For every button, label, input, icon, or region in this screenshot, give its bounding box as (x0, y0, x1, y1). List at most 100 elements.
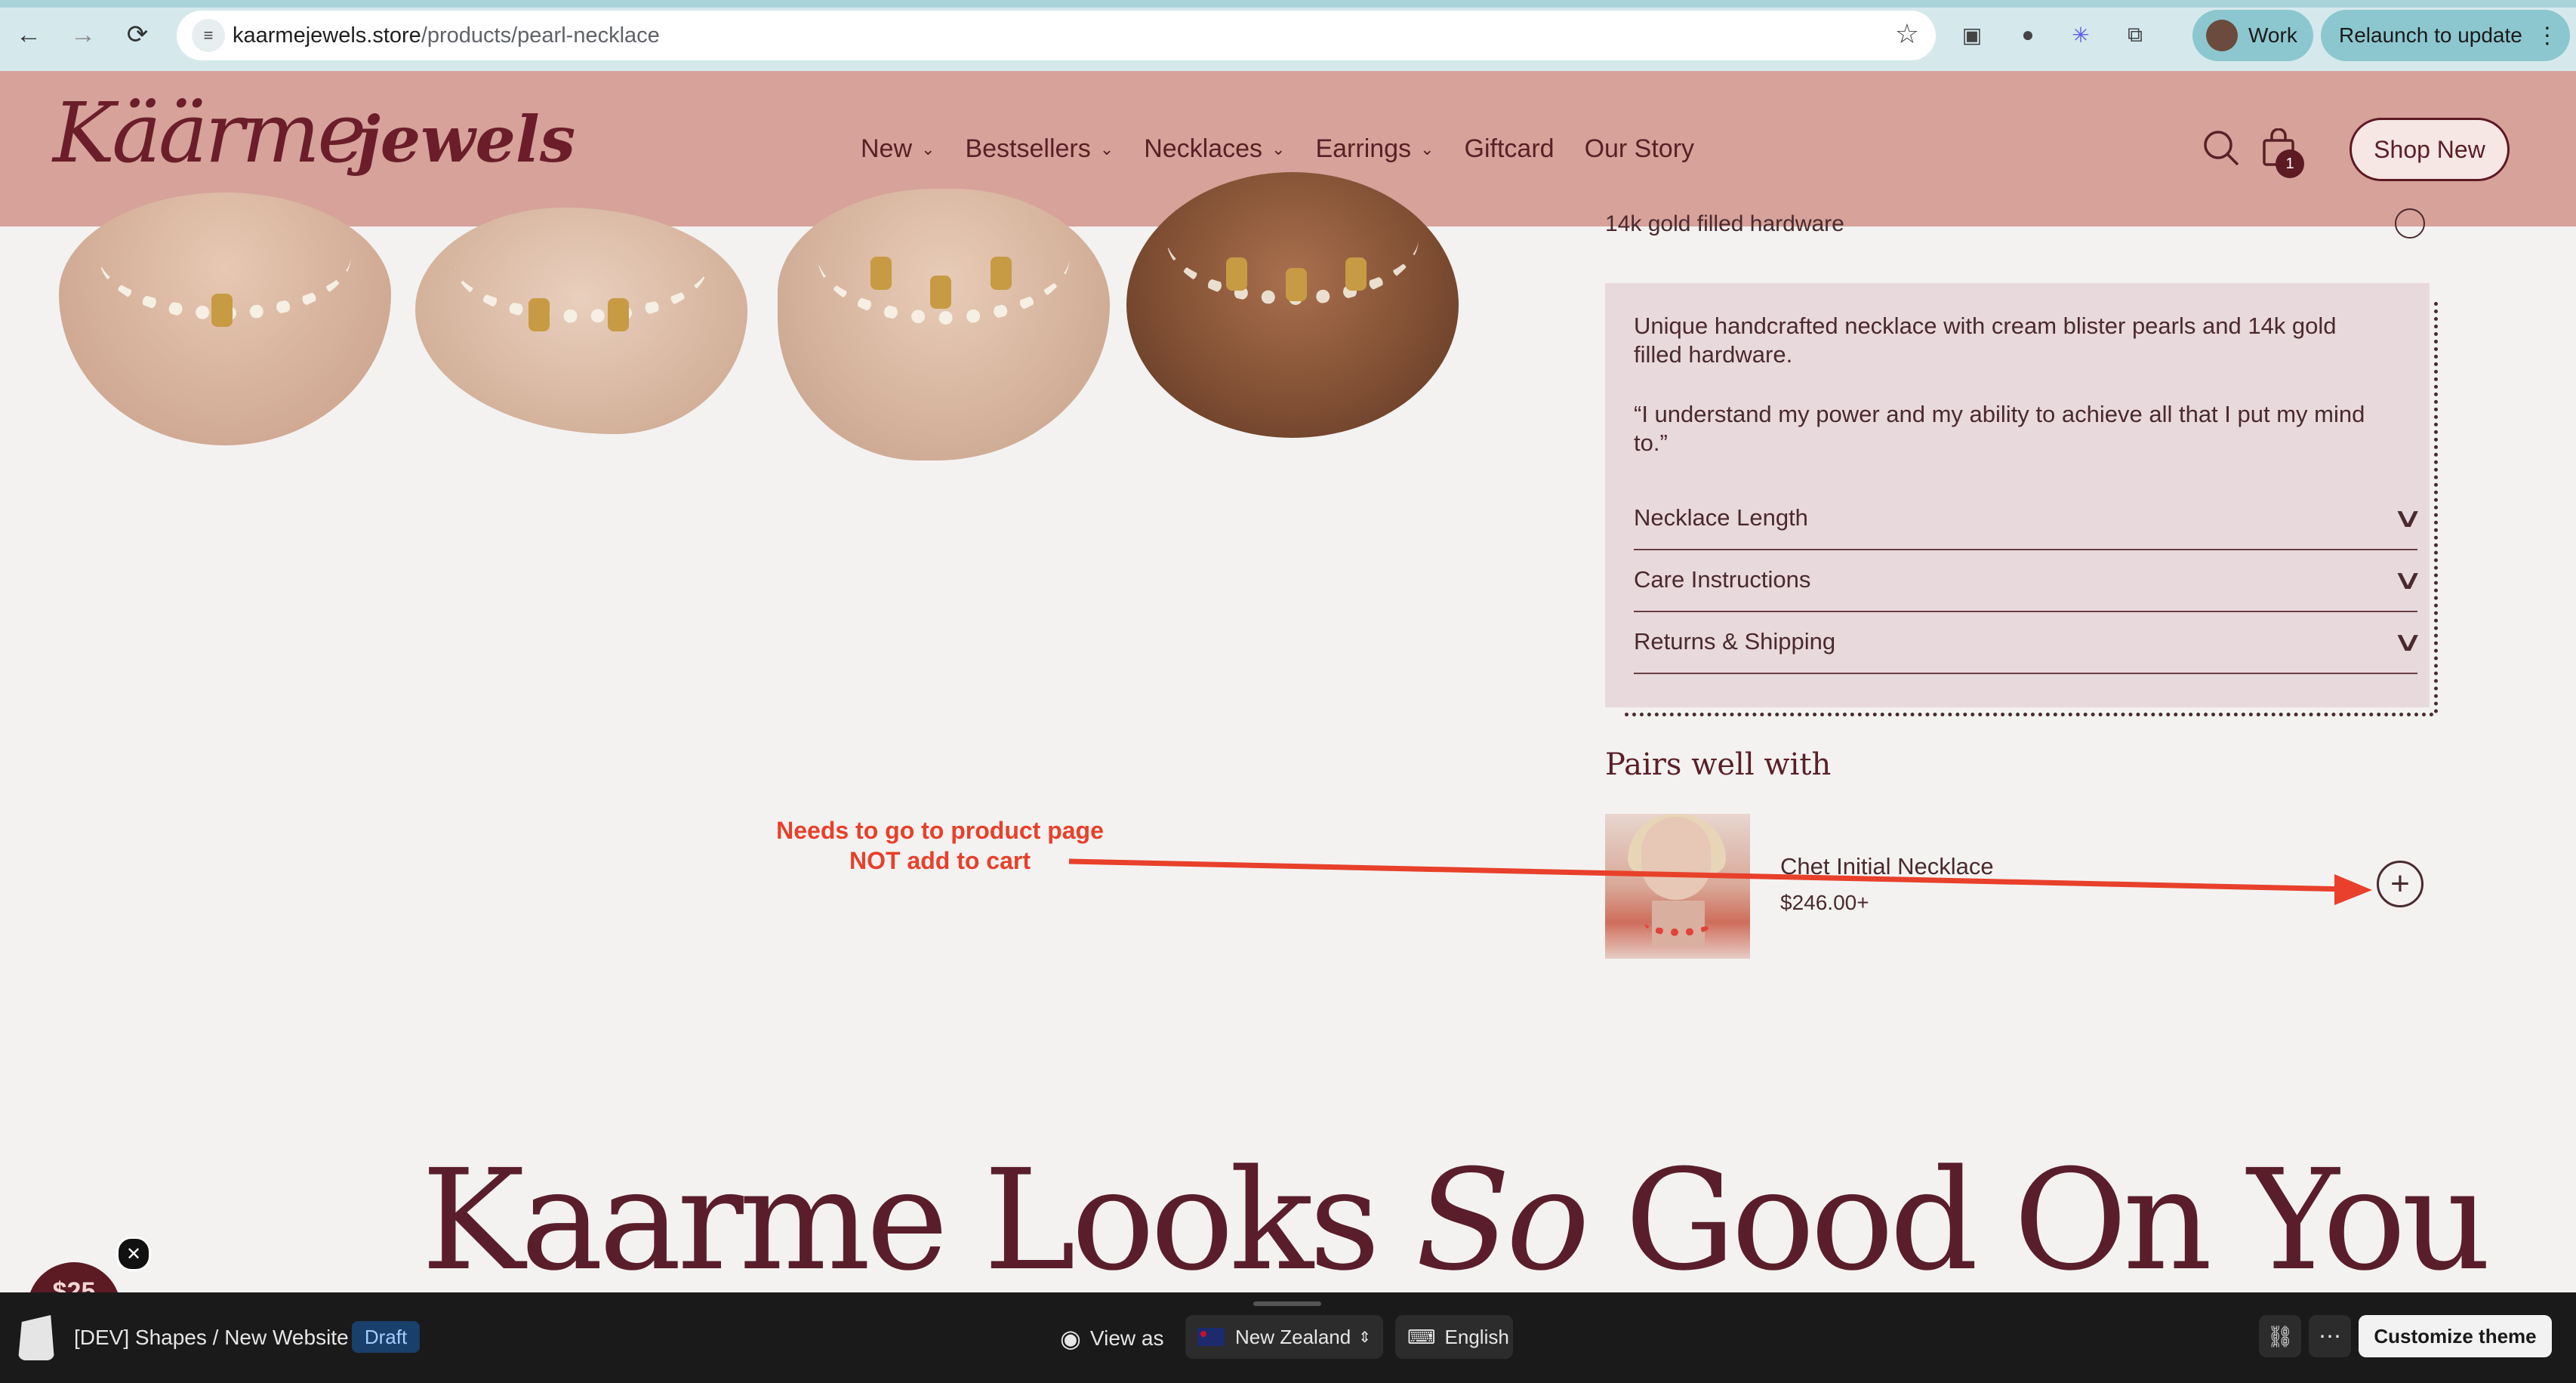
nav-label: New (861, 134, 913, 163)
nav-item-earrings[interactable]: Earrings ⌄ (1315, 134, 1434, 164)
annotation-note: Needs to go to product page NOT add to c… (755, 815, 1125, 876)
url-path: /products/pearl-necklace (421, 23, 660, 48)
profile-label: Work (2248, 23, 2297, 47)
search-icon[interactable] (2199, 125, 2244, 171)
product-image-2[interactable] (415, 208, 747, 434)
drag-handle[interactable] (1253, 1301, 1321, 1306)
heading-text: Kaarme Looks (421, 1140, 1416, 1301)
accordion-necklace-length[interactable]: Necklace Length ∨ (1634, 487, 2423, 550)
address-bar[interactable]: ≡ kaarmejewels.store/products/pearl-neck… (177, 11, 1936, 60)
gold-charm (608, 298, 630, 331)
link-icon[interactable]: ⛓ (2259, 1315, 2301, 1357)
red-bead-necklace (1644, 910, 1712, 936)
pill-extension-icon[interactable]: ● (2011, 18, 2044, 51)
gold-charm (1345, 257, 1367, 291)
annotation-line: Needs to go to product page (776, 817, 1104, 844)
gold-charm (211, 294, 233, 327)
logo-text-main: Käärme (53, 85, 366, 181)
info-circle-icon[interactable] (2395, 208, 2425, 239)
accordion-care-instructions[interactable]: Care Instructions ∨ (1634, 549, 2423, 612)
chevron-down-icon: ⌄ (921, 139, 935, 159)
gold-charm (870, 257, 892, 290)
url-text[interactable]: kaarmejewels.store/products/pearl-neckla… (233, 23, 660, 48)
close-icon[interactable]: ✕ (116, 1237, 151, 1271)
forward-icon[interactable]: → (65, 17, 101, 53)
customize-theme-button[interactable]: Customize theme (2359, 1315, 2552, 1357)
shop-new-button[interactable]: Shop New (2350, 118, 2510, 181)
accordion-label: Necklace Length (1634, 504, 1808, 531)
hardware-label: 14k gold filled hardware (1605, 211, 1844, 236)
gold-charm (990, 257, 1012, 290)
model-face (1641, 817, 1711, 900)
description-text: Unique handcrafted necklace with cream b… (1634, 313, 2337, 368)
pairs-well-with-heading: Pairs well with (1605, 747, 1832, 782)
product-description-panel: Unique handcrafted necklace with cream b… (1605, 283, 2430, 707)
product-image-4[interactable] (1126, 172, 1459, 438)
description-quote: “I understand my power and my ability to… (1634, 401, 2365, 456)
chevron-down-icon: ∨ (2391, 626, 2423, 657)
main-nav: New ⌄ Bestsellers ⌄ Necklaces ⌄ Earrings ⌄ G… (861, 134, 1724, 164)
annotation-line: NOT add to cart (849, 847, 1031, 874)
eye-icon: ◉ (1060, 1325, 1081, 1352)
status-badge: Draft (352, 1321, 420, 1353)
nav-label: Our Story (1584, 134, 1695, 163)
camera-extension-icon[interactable]: ▣ (1955, 18, 1989, 51)
country-select[interactable]: New Zealand ⇕ (1185, 1315, 1383, 1359)
kebab-menu-icon[interactable]: ⋮ (2536, 23, 2559, 49)
shopify-preview-bar: [DEV] Shapes / New Website Draft ◉ View … (0, 1292, 2576, 1383)
accordion-returns-shipping[interactable]: Returns & Shipping ∨ (1634, 611, 2423, 674)
nav-item-giftcard[interactable]: Giftcard (1465, 134, 1555, 164)
extensions-puzzle-icon[interactable]: ⧉ (2118, 18, 2152, 51)
accordion-label: Returns & Shipping (1634, 628, 1836, 655)
cart-count-badge: 1 (2276, 149, 2304, 178)
chevron-down-icon: ⌄ (1099, 139, 1114, 159)
bookmark-star-icon[interactable]: ☆ (1895, 18, 1919, 50)
chevron-down-icon: ⌄ (1271, 139, 1286, 159)
gold-charm (528, 298, 550, 331)
product-image-1[interactable] (59, 193, 391, 445)
star-extension-icon[interactable]: ✳ (2064, 18, 2097, 51)
gold-charm (1226, 257, 1247, 291)
chevron-down-icon: ∨ (2391, 502, 2423, 533)
dotted-border (2434, 302, 2438, 713)
view-as-text: View as (1089, 1326, 1164, 1350)
nav-item-new[interactable]: New ⌄ (861, 134, 935, 164)
logo-text-script: jewels (357, 102, 576, 177)
gold-charm (930, 276, 952, 310)
shopify-bag-icon (18, 1315, 54, 1360)
nav-label: Earrings (1315, 134, 1412, 163)
brand-logo[interactable]: Käärmejewels (53, 85, 575, 181)
relaunch-button[interactable]: Relaunch to update ⋮ (2321, 10, 2570, 61)
nav-label: Giftcard (1464, 134, 1555, 163)
browser-toolbar: ← → ⟳ ≡ kaarmejewels.store/products/pear… (0, 0, 2576, 71)
nav-item-our-story[interactable]: Our Story (1585, 134, 1694, 164)
chevron-down-icon: ∨ (2391, 564, 2423, 595)
accordion-label: Care Instructions (1634, 566, 1811, 593)
language-select[interactable]: ⌨ English (1395, 1315, 1513, 1359)
dotted-border (1625, 713, 2434, 716)
back-icon[interactable]: ← (11, 17, 47, 53)
heading-text: Good On You (1585, 1140, 2491, 1301)
pair-product-name[interactable]: Chet Initial Necklace (1780, 853, 1994, 880)
profile-button[interactable]: Work (2192, 10, 2313, 61)
product-image-3[interactable] (778, 189, 1110, 460)
relaunch-label: Relaunch to update (2339, 23, 2522, 47)
flag-icon (1197, 1328, 1225, 1346)
more-icon[interactable]: ⋯ (2309, 1315, 2351, 1357)
reload-icon[interactable]: ⟳ (119, 17, 156, 53)
avatar (2206, 20, 2238, 51)
view-as-label: ◉ View as (1060, 1324, 1163, 1353)
section-heading: Kaarme Looks So Good On You (421, 1140, 2491, 1301)
theme-title: [DEV] Shapes / New Website (74, 1326, 349, 1349)
nav-item-bestsellers[interactable]: Bestsellers ⌄ (965, 134, 1114, 164)
pair-product-thumbnail[interactable] (1605, 814, 1750, 959)
chevron-down-icon: ⌄ (1420, 139, 1434, 159)
pearl-strand (454, 208, 708, 323)
site-settings-icon[interactable]: ≡ (192, 19, 225, 52)
language-label: English (1444, 1325, 1509, 1348)
pair-product-price: $246.00+ (1780, 891, 1869, 914)
url-host: kaarmejewels.store (233, 23, 421, 48)
country-label: New Zealand (1235, 1325, 1351, 1348)
add-to-cart-plus-icon[interactable]: + (2377, 861, 2423, 907)
nav-item-necklaces[interactable]: Necklaces ⌄ (1144, 134, 1285, 164)
